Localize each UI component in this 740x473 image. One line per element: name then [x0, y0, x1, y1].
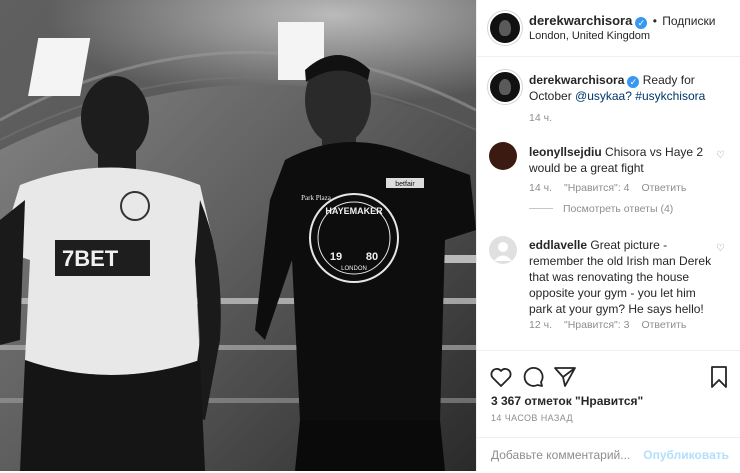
caption-hashtag[interactable]: #usykchisora [635, 89, 705, 103]
caption-verified-icon: ✓ [627, 76, 640, 88]
default-avatar-icon [494, 242, 512, 261]
caption: derekwarchisora ✓ Ready for October @usyk… [529, 72, 729, 104]
separator-dot: • [652, 14, 657, 28]
sponsor-logo: betfair [395, 181, 415, 188]
comment-leonyllsejdiu: leonyllsejdiu Chisora vs Haye 2 would be… [529, 144, 715, 176]
comment-meta: 12 ч. "Нравится": 3 Ответить [529, 319, 698, 331]
post-header: derekwarchisora ✓ • Подписки London, Unit… [477, 0, 740, 57]
caption-avatar[interactable] [490, 72, 520, 102]
comment-avatar-leonyllsejdiu[interactable] [489, 142, 517, 170]
left-shirt-brand: 7BET [62, 246, 119, 271]
caption-mention[interactable]: @usykaa? [575, 89, 632, 103]
right-shirt-year-left: 19 [330, 251, 342, 263]
park-plaza-logo: Park Plaza [301, 194, 332, 202]
comment-reply-button[interactable]: Ответить [641, 182, 686, 194]
comment-username[interactable]: eddlavelle [529, 238, 587, 252]
publish-button[interactable]: Опубликовать [643, 448, 729, 462]
author-username[interactable]: derekwarchisora [529, 13, 632, 28]
author-avatar[interactable] [490, 13, 520, 43]
likes-count[interactable]: 3 367 отметок "Нравится" [491, 394, 643, 408]
ceiling-light-left [28, 38, 91, 96]
comments-list[interactable]: derekwarchisora ✓ Ready for October @usyk… [477, 56, 740, 350]
right-shirt-text: HAYEMAKER [325, 206, 383, 216]
comment-likes[interactable]: "Нравится": 4 [564, 182, 629, 194]
post-photo[interactable]: 7BET HAYEMAKER 19 80 LONDON betfair Park… [0, 0, 476, 471]
post-actions: 3 367 отметок "Нравится" 14 ЧАСОВ НАЗАД … [477, 350, 740, 472]
comment-icon[interactable] [521, 365, 545, 389]
comment-avatar-eddlavelle[interactable] [489, 236, 517, 264]
following-button[interactable]: Подписки [662, 14, 715, 28]
right-shirt-city: LONDON [341, 266, 367, 272]
right-shirt-year-right: 80 [366, 251, 378, 263]
gym-photo-illustration: 7BET HAYEMAKER 19 80 LONDON betfair Park… [0, 0, 476, 471]
post-location[interactable]: London, United Kingdom [529, 30, 650, 42]
post-time-ago[interactable]: 14 ЧАСОВ НАЗАД [491, 413, 573, 423]
comment-like-heart-icon[interactable]: ♡ [716, 243, 725, 254]
caption-username[interactable]: derekwarchisora [529, 73, 624, 87]
comment-username[interactable]: leonyllsejdiu [529, 145, 602, 159]
comment-input[interactable]: Добавьте комментарий... [491, 448, 630, 462]
share-icon[interactable] [553, 365, 577, 389]
add-comment-bar: Добавьте комментарий... Опубликовать [477, 437, 740, 473]
view-replies-button[interactable]: Посмотреть ответы (4) [563, 203, 673, 215]
comment-time[interactable]: 12 ч. [529, 319, 552, 331]
comment-meta: 14 ч. "Нравится": 4 Ответить [529, 182, 698, 194]
comment-reply-button[interactable]: Ответить [641, 319, 686, 331]
post-sidebar: derekwarchisora ✓ • Подписки London, Unit… [476, 0, 740, 471]
caption-time[interactable]: 14 ч. [529, 112, 552, 124]
comment-time[interactable]: 14 ч. [529, 182, 552, 194]
verified-icon: ✓ [635, 17, 648, 29]
comment-eddlavelle: eddlavelle Great picture - remember the … [529, 237, 715, 317]
bookmark-icon[interactable] [707, 365, 731, 389]
replies-divider [529, 208, 553, 209]
comment-likes[interactable]: "Нравится": 3 [564, 319, 629, 331]
like-heart-icon[interactable] [489, 365, 513, 389]
comment-like-heart-icon[interactable]: ♡ [716, 150, 725, 161]
